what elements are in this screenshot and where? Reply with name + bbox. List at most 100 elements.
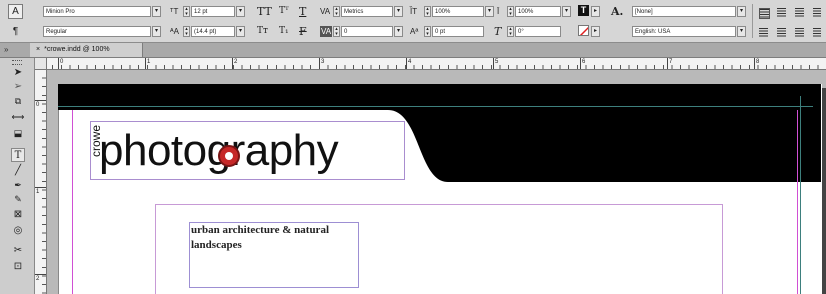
content-collector-tool-icon[interactable]: ⬓ bbox=[11, 126, 25, 140]
tracking-stepper[interactable]: ▴ ▾ bbox=[333, 26, 340, 37]
character-style-icon: A. bbox=[611, 5, 624, 18]
page-tool-icon[interactable]: ⧉ bbox=[11, 94, 25, 108]
bleed-guide-vertical[interactable] bbox=[800, 96, 801, 294]
justify-all-icon[interactable] bbox=[813, 28, 821, 37]
ruler-label: 6 bbox=[582, 59, 586, 65]
ellipse-tool-icon[interactable]: ◎ bbox=[11, 224, 25, 238]
toolbox-grip[interactable] bbox=[12, 60, 22, 65]
horizontal-scale-icon: Ī bbox=[497, 7, 500, 16]
ruler-label: 0 bbox=[36, 102, 40, 108]
type-tool-icon[interactable]: T bbox=[11, 148, 25, 162]
character-formatting-mode-button[interactable]: A bbox=[8, 4, 23, 19]
skew-icon: T bbox=[494, 25, 502, 38]
leading-field[interactable]: (14.4 pt) bbox=[191, 26, 235, 37]
text-stroke-none-icon[interactable] bbox=[578, 25, 589, 36]
document-tab-bar: » × *crowe.indd @ 100% bbox=[0, 43, 826, 58]
font-size-stepper[interactable]: ▴ ▾ bbox=[183, 6, 190, 17]
margin-guide-left bbox=[72, 110, 73, 294]
line-tool-icon[interactable]: ╱ bbox=[11, 164, 25, 178]
ruler-label: 7 bbox=[669, 59, 673, 65]
font-size-field[interactable]: 12 pt bbox=[191, 6, 235, 17]
align-center-icon[interactable] bbox=[777, 8, 786, 17]
tab-close-icon[interactable]: × bbox=[30, 46, 44, 53]
vertical-scale-stepper[interactable]: ▴ ▾ bbox=[424, 6, 431, 17]
selection-tool-icon[interactable]: ➤ bbox=[11, 66, 25, 80]
kerning-dropdown[interactable]: ▾ bbox=[394, 6, 403, 17]
font-family-dropdown[interactable]: ▾ bbox=[152, 6, 161, 17]
character-style-field[interactable]: [None] bbox=[632, 6, 736, 17]
paragraph-formatting-mode-button[interactable]: ¶ bbox=[8, 24, 23, 39]
gap-tool-icon[interactable]: ⟷ bbox=[11, 110, 25, 124]
font-style-field[interactable]: Regular bbox=[43, 26, 151, 37]
aperture-center bbox=[225, 152, 233, 160]
baseline-shift-icon: Aª bbox=[410, 27, 419, 36]
underline-icon[interactable]: T bbox=[299, 5, 306, 18]
ruler-label: 1 bbox=[36, 189, 40, 195]
ruler-label: 5 bbox=[495, 59, 499, 65]
baseline-shift-stepper[interactable]: ▴ ▾ bbox=[424, 26, 431, 37]
tracking-icon: VA bbox=[320, 26, 333, 37]
tracking-dropdown[interactable]: ▾ bbox=[394, 26, 403, 37]
font-style-dropdown[interactable]: ▾ bbox=[152, 26, 161, 37]
superscript-icon[interactable]: Tᵀ bbox=[279, 5, 289, 18]
kerning-field[interactable]: Metrics bbox=[341, 6, 393, 17]
pencil-tool-icon[interactable]: ✎ bbox=[11, 192, 25, 206]
ruler-label: 0 bbox=[60, 59, 64, 65]
ruler-label: 8 bbox=[756, 59, 760, 65]
horizontal-scale-stepper[interactable]: ▴ ▾ bbox=[507, 6, 514, 17]
vertical-ruler[interactable]: 0 1 2 bbox=[35, 69, 47, 294]
bleed-guide-horizontal[interactable] bbox=[58, 106, 813, 107]
document-tab[interactable]: × *crowe.indd @ 100% bbox=[30, 43, 143, 57]
pen-tool-icon[interactable]: ✒ bbox=[11, 178, 25, 192]
ruler-label: 1 bbox=[147, 59, 151, 65]
margin-guide-right bbox=[797, 110, 798, 294]
all-caps-icon[interactable]: TT bbox=[257, 5, 272, 18]
skew-stepper[interactable]: ▴ ▾ bbox=[507, 26, 514, 37]
ruler-label: 3 bbox=[321, 59, 325, 65]
align-towards-spine-icon[interactable] bbox=[813, 8, 821, 17]
ruler-label: 4 bbox=[408, 59, 412, 65]
text-fill-dropdown[interactable]: ▸ bbox=[591, 6, 600, 17]
panel-divider bbox=[752, 4, 753, 38]
kerning-icon: VA bbox=[320, 7, 331, 16]
font-family-field[interactable]: Minion Pro bbox=[43, 6, 151, 17]
subscript-icon[interactable]: T₁ bbox=[279, 25, 289, 38]
leading-stepper[interactable]: ▴ ▾ bbox=[183, 26, 190, 37]
scissors-tool-icon[interactable]: ✂ bbox=[11, 244, 25, 258]
strikethrough-icon[interactable]: F bbox=[299, 25, 307, 38]
align-right-icon[interactable] bbox=[795, 8, 804, 17]
vertical-scale-field[interactable]: 100% bbox=[432, 6, 484, 17]
horizontal-ruler[interactable]: 0 1 2 3 4 5 6 7 8 bbox=[35, 58, 826, 70]
tagline-text[interactable]: urban architecture & natural landscapes bbox=[191, 223, 357, 253]
panel-collapse-icon[interactable]: » bbox=[4, 45, 8, 54]
justify-center-icon[interactable] bbox=[777, 28, 786, 37]
language-field[interactable]: English: USA bbox=[632, 26, 736, 37]
tracking-field[interactable]: 0 bbox=[341, 26, 393, 37]
ruler-origin[interactable] bbox=[35, 58, 47, 70]
text-fill-icon[interactable]: T bbox=[578, 5, 589, 16]
language-dropdown[interactable]: ▾ bbox=[737, 26, 746, 37]
kerning-stepper[interactable]: ▴ ▾ bbox=[333, 6, 340, 17]
justify-left-icon[interactable] bbox=[759, 28, 768, 37]
horizontal-scale-dropdown[interactable]: ▾ bbox=[562, 6, 571, 17]
small-caps-icon[interactable]: Tт bbox=[257, 25, 268, 38]
character-style-dropdown[interactable]: ▾ bbox=[737, 6, 746, 17]
font-size-icon: ᵀT bbox=[170, 7, 179, 16]
ruler-label: 2 bbox=[36, 276, 40, 282]
vertical-scale-dropdown[interactable]: ▾ bbox=[485, 6, 494, 17]
font-size-dropdown[interactable]: ▾ bbox=[236, 6, 245, 17]
vertical-scale-icon: ȈT bbox=[410, 7, 418, 16]
text-stroke-dropdown[interactable]: ▸ bbox=[591, 26, 600, 37]
free-transform-tool-icon[interactable]: ⊡ bbox=[11, 260, 25, 274]
leading-dropdown[interactable]: ▾ bbox=[236, 26, 245, 37]
rectangle-frame-tool-icon[interactable]: ⊠ bbox=[11, 208, 25, 222]
align-left-icon[interactable] bbox=[759, 8, 770, 19]
horizontal-scale-field[interactable]: 100% bbox=[515, 6, 561, 17]
baseline-shift-field[interactable]: 0 pt bbox=[432, 26, 484, 37]
tab-title: *crowe.indd @ 100% bbox=[44, 46, 110, 53]
aperture-logo-mark bbox=[218, 145, 240, 167]
leading-icon: ᴬA bbox=[170, 27, 179, 36]
justify-right-icon[interactable] bbox=[795, 28, 804, 37]
skew-field[interactable]: 0° bbox=[515, 26, 561, 37]
direct-selection-tool-icon[interactable]: ➢ bbox=[11, 80, 25, 94]
